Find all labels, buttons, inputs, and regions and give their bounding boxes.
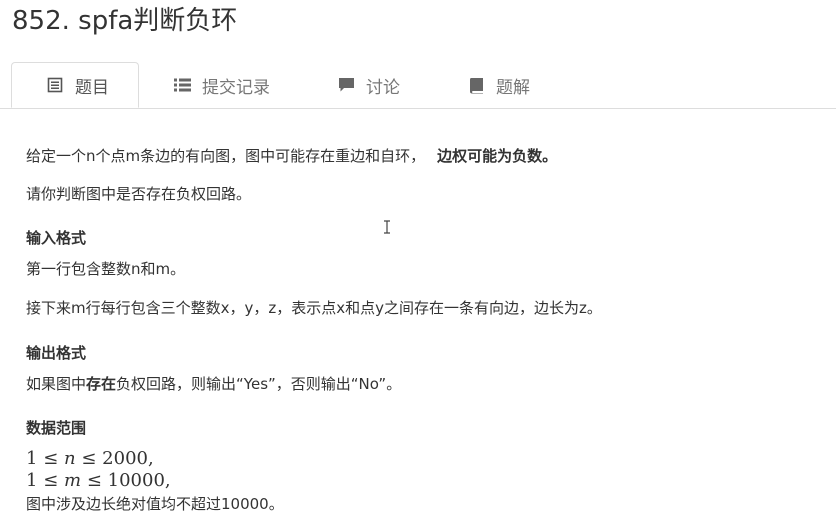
range-n-formula: 1 ≤ n ≤ 2000,: [26, 448, 154, 470]
output-post: 负权回路，则输出“Yes”，否则输出“No”。: [116, 375, 402, 393]
tab-discussion[interactable]: 讨论: [336, 62, 400, 108]
tab-solutions[interactable]: 题解: [466, 62, 530, 108]
range-n-var: n: [64, 448, 76, 469]
book-icon: [466, 75, 486, 95]
tab-problem[interactable]: 题目: [11, 62, 139, 108]
intro-text: 给定一个n个点m条边的有向图，图中可能存在重边和自环， 边权可能为负数。: [26, 146, 557, 166]
range-n-rhs: 2000: [102, 448, 148, 469]
tab-submissions-label: 提交记录: [202, 77, 270, 98]
input-format-heading: 输入格式: [26, 229, 87, 247]
tab-submissions[interactable]: 提交记录: [172, 62, 270, 108]
page-title: 852. spfa判断负环: [12, 6, 238, 36]
range-n-lhs: 1: [26, 448, 38, 469]
tab-discussion-label: 讨论: [366, 77, 400, 98]
output-format-heading: 输出格式: [26, 344, 87, 362]
intro-bold: 边权可能为负数: [437, 147, 543, 165]
output-text: 如果图中存在负权回路，则输出“Yes”，否则输出“No”。: [26, 374, 401, 394]
data-range-heading: 数据范围: [26, 419, 87, 437]
tab-problem-label: 题目: [75, 77, 109, 98]
task-text: 请你判断图中是否存在负权回路。: [26, 185, 252, 203]
range-m-formula: 1 ≤ m ≤ 10000,: [26, 470, 171, 492]
range-m-lhs: 1: [26, 470, 38, 491]
range-m-op1: ≤: [43, 470, 59, 491]
problem-tabs: 题目 提交记录 讨论 题解: [0, 62, 836, 109]
tab-solutions-label: 题解: [496, 77, 530, 98]
intro-end: 。: [542, 147, 558, 165]
range-note: 图中涉及边长绝对值均不超过10000。: [26, 495, 284, 513]
range-m-rhs: 10000: [107, 470, 165, 491]
input-line-1: 第一行包含整数n和m。: [26, 260, 186, 278]
tabs-divider: [0, 108, 836, 109]
input-line-2: 接下来m行每行包含三个整数x，y，z，表示点x和点y之间存在一条有向边，边长为z…: [26, 299, 602, 317]
range-m-end: ,: [164, 470, 171, 491]
text-cursor-icon: [383, 219, 391, 234]
intro-normal: 给定一个n个点m条边的有向图，图中可能存在重边和自环，: [26, 147, 426, 165]
range-n-end: ,: [147, 448, 154, 469]
document-icon: [45, 75, 65, 95]
comment-icon: [336, 75, 356, 95]
list-icon: [172, 75, 192, 95]
range-n-op2: ≤: [81, 448, 97, 469]
range-m-op2: ≤: [86, 470, 102, 491]
output-bold: 存在: [86, 375, 117, 393]
range-n-op1: ≤: [43, 448, 59, 469]
output-pre: 如果图中: [26, 375, 87, 393]
range-m-var: m: [64, 470, 82, 491]
